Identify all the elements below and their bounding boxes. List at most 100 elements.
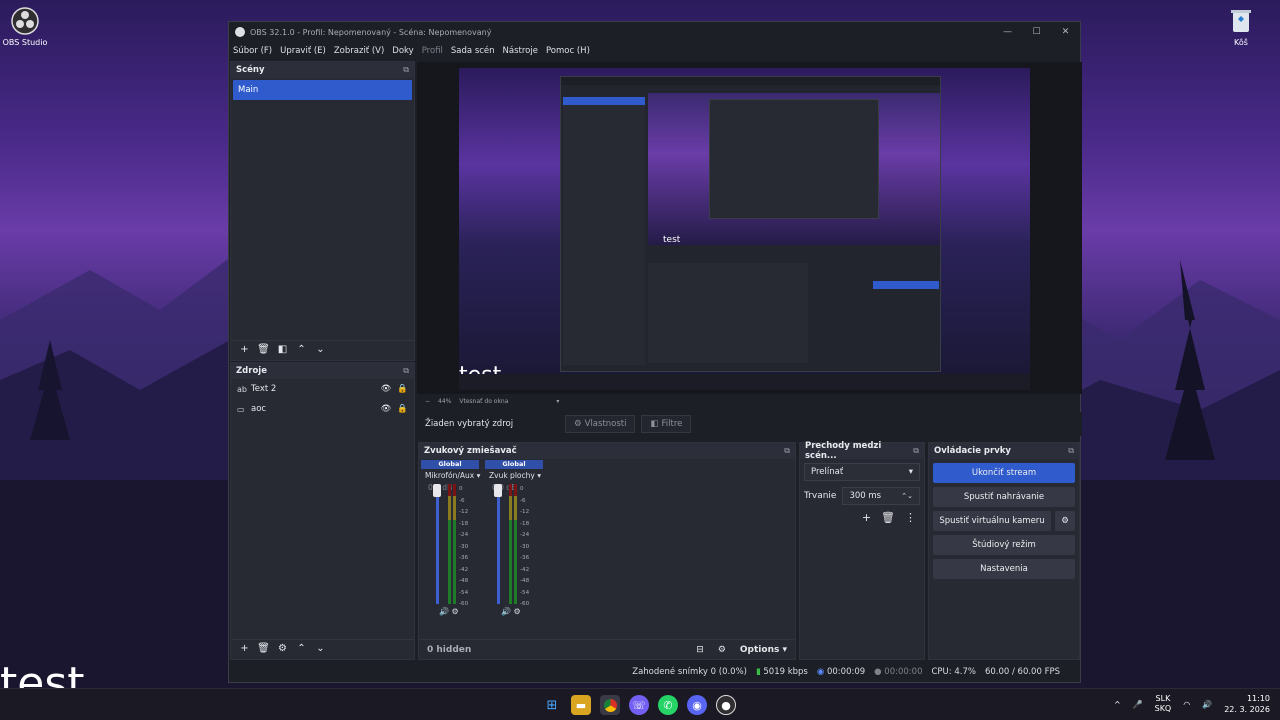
start-recording-button[interactable]: Spustiť nahrávanie (933, 487, 1075, 507)
close-button[interactable]: ✕ (1051, 27, 1080, 37)
transition-select[interactable]: Prelínať ▾ (804, 463, 920, 481)
obs-window-logo-icon (235, 27, 245, 37)
layout-icon[interactable]: ⊟ (696, 645, 704, 655)
menu-help[interactable]: Pomoc (H) (546, 46, 590, 56)
clock[interactable]: 11:10 22. 3. 2026 (1224, 693, 1270, 715)
obs-logo-icon (10, 6, 40, 36)
desktop-obs-shortcut[interactable]: OBS Studio (0, 6, 50, 47)
desktop-recycle-bin[interactable]: Kôš (1216, 6, 1266, 47)
undock-icon[interactable]: ⧉ (784, 446, 790, 456)
discord-icon[interactable]: ◉ (687, 695, 707, 715)
move-up-icon[interactable]: ⌃ (292, 643, 311, 654)
window-titlebar[interactable]: OBS 32.1.0 - Profil: Nepomenovaný - Scén… (229, 22, 1080, 42)
remove-transition-icon[interactable]: 🗑 (881, 511, 895, 524)
mixer-footer: 0 hidden ⊟ ⚙ Options ▾ (419, 639, 795, 659)
channel-group-badge: Global (485, 460, 543, 469)
volume-fader[interactable] (436, 484, 439, 604)
advanced-audio-icon[interactable]: ⚙ (718, 645, 726, 655)
desktop-bin-label: Kôš (1234, 38, 1248, 47)
stop-stream-button[interactable]: Ukončiť stream (933, 463, 1075, 483)
sources-dock-header: Zdroje ⧉ (231, 363, 414, 379)
source-item-text[interactable]: ab Text 2 👁 🔒 (231, 379, 414, 399)
menu-edit[interactable]: Upraviť (E) (280, 46, 326, 56)
visibility-eye-icon[interactable]: 👁 (381, 384, 392, 394)
fader-handle[interactable] (433, 484, 441, 497)
move-down-icon[interactable]: ⌄ (311, 643, 330, 654)
more-options-icon[interactable]: ⋮ (905, 511, 916, 524)
whatsapp-icon[interactable]: ✆ (658, 695, 678, 715)
menu-scene-collection[interactable]: Sada scén (451, 46, 495, 56)
no-source-label: Žiaden vybratý zdroj (425, 419, 514, 429)
add-transition-icon[interactable]: + (862, 511, 871, 524)
obs-taskbar-icon[interactable]: ● (716, 695, 736, 715)
language-indicator[interactable]: SLK SKQ (1155, 694, 1172, 714)
controls-header: Ovládacie prvky ⧉ (929, 443, 1079, 459)
studio-mode-button[interactable]: Štúdiový režim (933, 535, 1075, 555)
duration-spinbox[interactable]: 300 ms ⌃⌄ (842, 487, 920, 505)
chevron-down-icon: ▾ (908, 467, 913, 477)
undock-icon[interactable]: ⧉ (403, 65, 409, 75)
speaker-icon[interactable]: 🔊 (501, 607, 511, 616)
channel-name[interactable]: Mikrofón/Aux ▾ (421, 469, 480, 482)
db-scale: 0 -6 -12 -18 -24 -30 -36 -42 -48 -54 -60 (520, 486, 530, 607)
tray-overflow-icon[interactable]: ^ (1114, 700, 1121, 709)
move-down-icon[interactable]: ⌄ (311, 344, 330, 355)
start-virtual-camera-button[interactable]: Spustiť virtuálnu kameru (933, 511, 1051, 531)
menu-docks[interactable]: Doky (392, 46, 413, 56)
windows-start-icon[interactable]: ⊞ (542, 695, 562, 715)
preview-taskbar (459, 374, 1030, 390)
viber-icon[interactable]: ☏ (629, 695, 649, 715)
vcam-row: Spustiť virtuálnu kameru ⚙ (933, 511, 1075, 531)
volume-fader[interactable] (497, 484, 500, 604)
chrome-icon[interactable] (600, 695, 620, 715)
source-label: Text 2 (251, 384, 277, 394)
filters-button[interactable]: ◧ Filtre (641, 415, 692, 433)
wifi-icon[interactable]: ◠ (1183, 700, 1190, 709)
settings-button[interactable]: Nastavenia (933, 559, 1075, 579)
speaker-icon[interactable]: 🔊 (439, 607, 449, 616)
minimize-button[interactable]: — (993, 27, 1022, 37)
fader-handle[interactable] (494, 484, 502, 497)
source-item-aoc[interactable]: ▭ aoc 👁 🔒 (231, 399, 414, 419)
microphone-icon[interactable]: 🎤 (1133, 700, 1143, 709)
maximize-button[interactable]: ☐ (1022, 27, 1051, 37)
menu-view[interactable]: Zobraziť (V) (334, 46, 384, 56)
scene-item-main[interactable]: Main (233, 80, 412, 100)
menu-tools[interactable]: Nástroje (503, 46, 538, 56)
lock-icon[interactable]: 🔒 (397, 404, 408, 414)
undock-icon[interactable]: ⧉ (1068, 446, 1074, 456)
properties-button[interactable]: ⚙ Vlastnosti (565, 415, 636, 433)
zoom-out-icon[interactable]: − (425, 398, 430, 405)
channel-settings-icon[interactable]: ⚙ (514, 607, 521, 616)
windows-taskbar: ⊞ ▬ ☏ ✆ ◉ ● ^ 🎤 SLK SKQ ◠ 🔊 11:10 22. 3. 2… (0, 688, 1280, 720)
vcam-settings-gear-icon[interactable]: ⚙ (1055, 511, 1075, 531)
scene-filters-icon[interactable]: ◧ (273, 344, 292, 355)
dropped-frames: Zahodené snímky 0 (0.0%) (632, 667, 747, 677)
taskbar-apps: ⊞ ▬ ☏ ✆ ◉ ● (542, 695, 736, 715)
menu-profile[interactable]: Profil (422, 46, 443, 56)
move-up-icon[interactable]: ⌃ (292, 344, 311, 355)
undock-icon[interactable]: ⧉ (403, 366, 409, 376)
channel-name[interactable]: Zvuk plochy ▾ (485, 469, 543, 482)
scenes-title: Scény (236, 65, 265, 75)
filter-icon: ◧ (650, 419, 659, 429)
lock-icon[interactable]: 🔒 (397, 384, 408, 394)
preview-canvas[interactable]: test test (417, 62, 1082, 394)
menu-file[interactable]: Súbor (F) (233, 46, 272, 56)
file-explorer-icon[interactable]: ▬ (571, 695, 591, 715)
remove-scene-icon[interactable]: 🗑 (254, 344, 273, 355)
source-properties-icon[interactable]: ⚙ (273, 643, 292, 654)
undock-icon[interactable]: ⧉ (913, 446, 919, 456)
zoom-dropdown-icon[interactable]: ▾ (556, 398, 559, 405)
meter-desktop: 0 -6 -12 -18 -24 -30 -36 -42 -48 -54 -60 (482, 484, 540, 607)
status-bar: Zahodené snímky 0 (0.0%) ▮ 5019 kbps ◉ 0… (229, 662, 1080, 682)
options-button[interactable]: Options ▾ (740, 645, 787, 655)
zoom-mode[interactable]: Vtesnať do okna (459, 398, 508, 405)
add-scene-icon[interactable]: + (235, 344, 254, 355)
channel-settings-icon[interactable]: ⚙ (452, 607, 459, 616)
remove-source-icon[interactable]: 🗑 (254, 643, 273, 654)
visibility-eye-icon[interactable]: 👁 (381, 404, 392, 414)
zoom-level: 44% (438, 397, 452, 405)
volume-icon[interactable]: 🔊 (1202, 700, 1212, 709)
add-source-icon[interactable]: + (235, 643, 254, 654)
